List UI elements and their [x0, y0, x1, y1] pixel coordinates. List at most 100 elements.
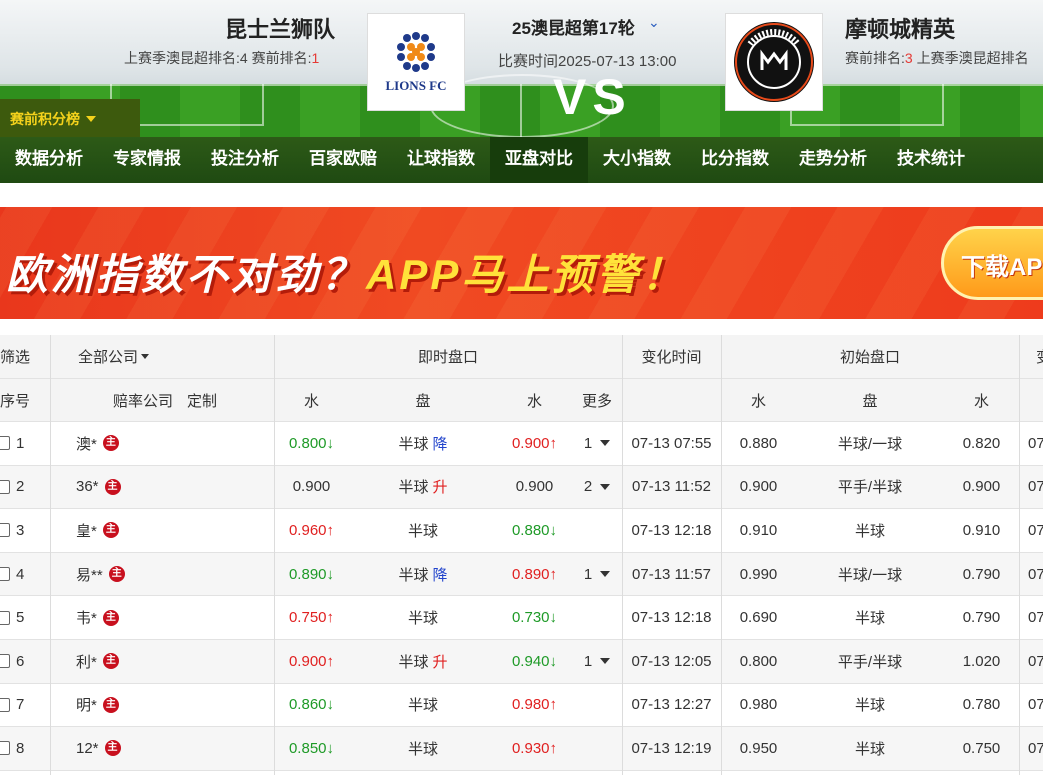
- init-water1-cell: 0.980: [739, 696, 778, 714]
- change-time-cell: 07-13 12:18: [631, 609, 712, 627]
- live-water1-cell[interactable]: 0.960 ↑: [274, 509, 349, 552]
- host-team-icon: 主: [102, 522, 119, 539]
- trailing-cell: 07: [1028, 652, 1043, 670]
- company-filter-select[interactable]: 全部公司: [50, 335, 274, 378]
- live-handicap-cell[interactable]: 半球升: [349, 640, 497, 683]
- banner-headline: 欧洲指数不对劲？APP马上预警！: [6, 241, 686, 302]
- down-arrow-icon: ↓: [326, 696, 335, 714]
- init-water2-cell: 0.790: [962, 609, 1001, 627]
- table-row[interactable]: 2 36* 主 0.900 半球升 0.900 2 07-13 11:52 0.900 平手/半球…: [0, 465, 1043, 510]
- more-cell[interactable]: 1: [572, 553, 622, 596]
- company-cell[interactable]: 韦* 主: [50, 596, 274, 639]
- init-water2-cell: 1.020: [962, 652, 1001, 670]
- more-cell[interactable]: 1: [572, 422, 622, 465]
- index-header: 序号: [0, 392, 31, 410]
- live-water2-cell[interactable]: 0.730 ↓: [497, 596, 572, 639]
- live-water1-cell[interactable]: 0.750 ↑: [274, 596, 349, 639]
- row-checkbox[interactable]: [0, 567, 10, 582]
- init-handicap-cell: 平手/半球: [837, 479, 903, 497]
- table-row[interactable]: 3 皇* 主 0.960 ↑ 半球 0.880 ↓ 07-13 12:18 0.910 半球 0.91…: [0, 509, 1043, 553]
- change-time-cell: 07-13 11:57: [632, 565, 711, 583]
- home-team-logo[interactable]: LIONS FC: [367, 13, 465, 111]
- table-row[interactable]: 1 澳* 主 0.800 ↓ 半球降 0.900 ↑ 1 07-13 07:55 0.880 半球/一…: [0, 422, 1043, 466]
- home-team-name[interactable]: 昆士兰狮队: [225, 12, 335, 44]
- row-checkbox[interactable]: [0, 610, 10, 625]
- live-handicap-cell[interactable]: 半球降: [349, 553, 497, 596]
- live-handicap-cell[interactable]: 半球降: [349, 422, 497, 465]
- more-cell[interactable]: 2: [572, 466, 622, 509]
- tab-data-analysis[interactable]: 数据分析: [0, 137, 98, 183]
- more-cell[interactable]: [572, 596, 622, 639]
- live-water2-cell[interactable]: 0.900 ↑: [497, 422, 572, 465]
- round-selector[interactable]: 25澳昆超第17轮: [512, 14, 635, 39]
- down-arrow-icon: ↓: [549, 521, 558, 539]
- row-index-cell: 5: [0, 596, 50, 639]
- live-handicap-cell[interactable]: 半球升: [349, 466, 497, 509]
- live-water2-value: 0.980: [511, 696, 550, 714]
- live-water1-value: 0.850: [288, 739, 327, 757]
- away-team-name[interactable]: 摩顿城精英: [845, 12, 955, 44]
- chevron-down-icon[interactable]: ⌄: [648, 14, 660, 31]
- caret-down-icon[interactable]: [600, 658, 611, 665]
- pre-match-standings-button[interactable]: 赛前积分榜: [0, 99, 140, 139]
- company-cell[interactable]: 澳* 主: [50, 422, 274, 465]
- more-cell[interactable]: [572, 509, 622, 552]
- company-cell[interactable]: 36* 主: [50, 466, 274, 509]
- row-checkbox[interactable]: [0, 479, 10, 494]
- tab-handicap-index[interactable]: 让球指数: [392, 137, 490, 183]
- caret-down-icon[interactable]: [600, 483, 611, 490]
- row-checkbox[interactable]: [0, 436, 10, 451]
- away-last-season-label: 上赛季澳昆超排名: [912, 50, 1029, 66]
- table-row[interactable]: 4 易** 主 0.890 ↓ 半球降 0.890 ↑ 1 07-13 11:57 0.990 半球/…: [0, 552, 1043, 597]
- table-row[interactable]: 6 利* 主 0.900 ↑ 半球升 0.940 ↓ 1 07-13 12:05 0.800 平手/半…: [0, 640, 1043, 684]
- company-cell[interactable]: 易** 主: [50, 553, 274, 596]
- live-water2-cell[interactable]: 0.900: [497, 466, 572, 509]
- company-cell[interactable]: 明* 主: [50, 684, 274, 727]
- live-water2-cell[interactable]: 0.930 ↑: [497, 727, 572, 770]
- caret-down-icon[interactable]: [600, 571, 611, 578]
- live-water1-cell[interactable]: 0.900: [274, 466, 349, 509]
- away-ranking-label: 赛前排名:: [845, 50, 905, 66]
- tab-expert-intel[interactable]: 专家情报: [98, 137, 196, 183]
- live-water2-cell[interactable]: 0.890 ↑: [497, 553, 572, 596]
- live-water1-cell[interactable]: 0.860 ↓: [274, 684, 349, 727]
- caret-down-icon[interactable]: [600, 440, 611, 447]
- tab-correct-score[interactable]: 比分指数: [686, 137, 784, 183]
- table-row[interactable]: 7 明* 主 0.860 ↓ 半球 0.980 ↑ 07-13 12:27 0.980 半球 0.78…: [0, 684, 1043, 728]
- more-cell[interactable]: [572, 727, 622, 770]
- company-cell[interactable]: 利* 主: [50, 640, 274, 683]
- init-handicap-cell: 半球/一球: [837, 566, 903, 584]
- tab-asian-handicap[interactable]: 亚盘对比: [490, 137, 588, 183]
- row-checkbox[interactable]: [0, 697, 10, 712]
- live-water1-cell[interactable]: 0.900 ↑: [274, 640, 349, 683]
- live-handicap-cell[interactable]: 半球: [349, 727, 497, 770]
- app-promo-banner[interactable]: 欧洲指数不对劲？APP马上预警！: [0, 207, 1043, 319]
- tab-trend-analysis[interactable]: 走势分析: [784, 137, 882, 183]
- table-row[interactable]: 8 12* 主 0.850 ↓ 半球 0.930 ↑ 07-13 12:19 0.950 半球 0.7…: [0, 727, 1043, 771]
- company-cell[interactable]: 皇* 主: [50, 509, 274, 552]
- more-cell[interactable]: [572, 684, 622, 727]
- live-water1-cell[interactable]: 0.800 ↓: [274, 422, 349, 465]
- away-team-logo[interactable]: [725, 13, 823, 111]
- init-handicap-header: 盘: [862, 392, 878, 410]
- row-checkbox[interactable]: [0, 654, 10, 669]
- live-water1-cell[interactable]: 0.850 ↓: [274, 727, 349, 770]
- live-water2-cell[interactable]: 0.880 ↓: [497, 509, 572, 552]
- customize-link[interactable]: 定制: [187, 390, 217, 411]
- table-row[interactable]: 5 韦* 主 0.750 ↑ 半球 0.730 ↓ 07-13 12:18 0.690 半球 0.79…: [0, 596, 1043, 640]
- tab-over-under[interactable]: 大小指数: [588, 137, 686, 183]
- live-handicap-cell[interactable]: 半球: [349, 596, 497, 639]
- tab-euro-odds[interactable]: 百家欧赔: [294, 137, 392, 183]
- live-handicap-cell[interactable]: 半球: [349, 684, 497, 727]
- more-cell[interactable]: 1: [572, 640, 622, 683]
- tab-tech-stats[interactable]: 技术统计: [882, 137, 980, 183]
- live-water2-cell[interactable]: 0.980 ↑: [497, 684, 572, 727]
- live-water1-cell[interactable]: 0.890 ↓: [274, 553, 349, 596]
- live-handicap-cell[interactable]: 半球: [349, 509, 497, 552]
- row-checkbox[interactable]: [0, 523, 10, 538]
- column-divider: [721, 335, 722, 775]
- tab-betting-analysis[interactable]: 投注分析: [196, 137, 294, 183]
- company-cell[interactable]: 12* 主: [50, 727, 274, 770]
- row-checkbox[interactable]: [0, 741, 10, 756]
- live-water2-cell[interactable]: 0.940 ↓: [497, 640, 572, 683]
